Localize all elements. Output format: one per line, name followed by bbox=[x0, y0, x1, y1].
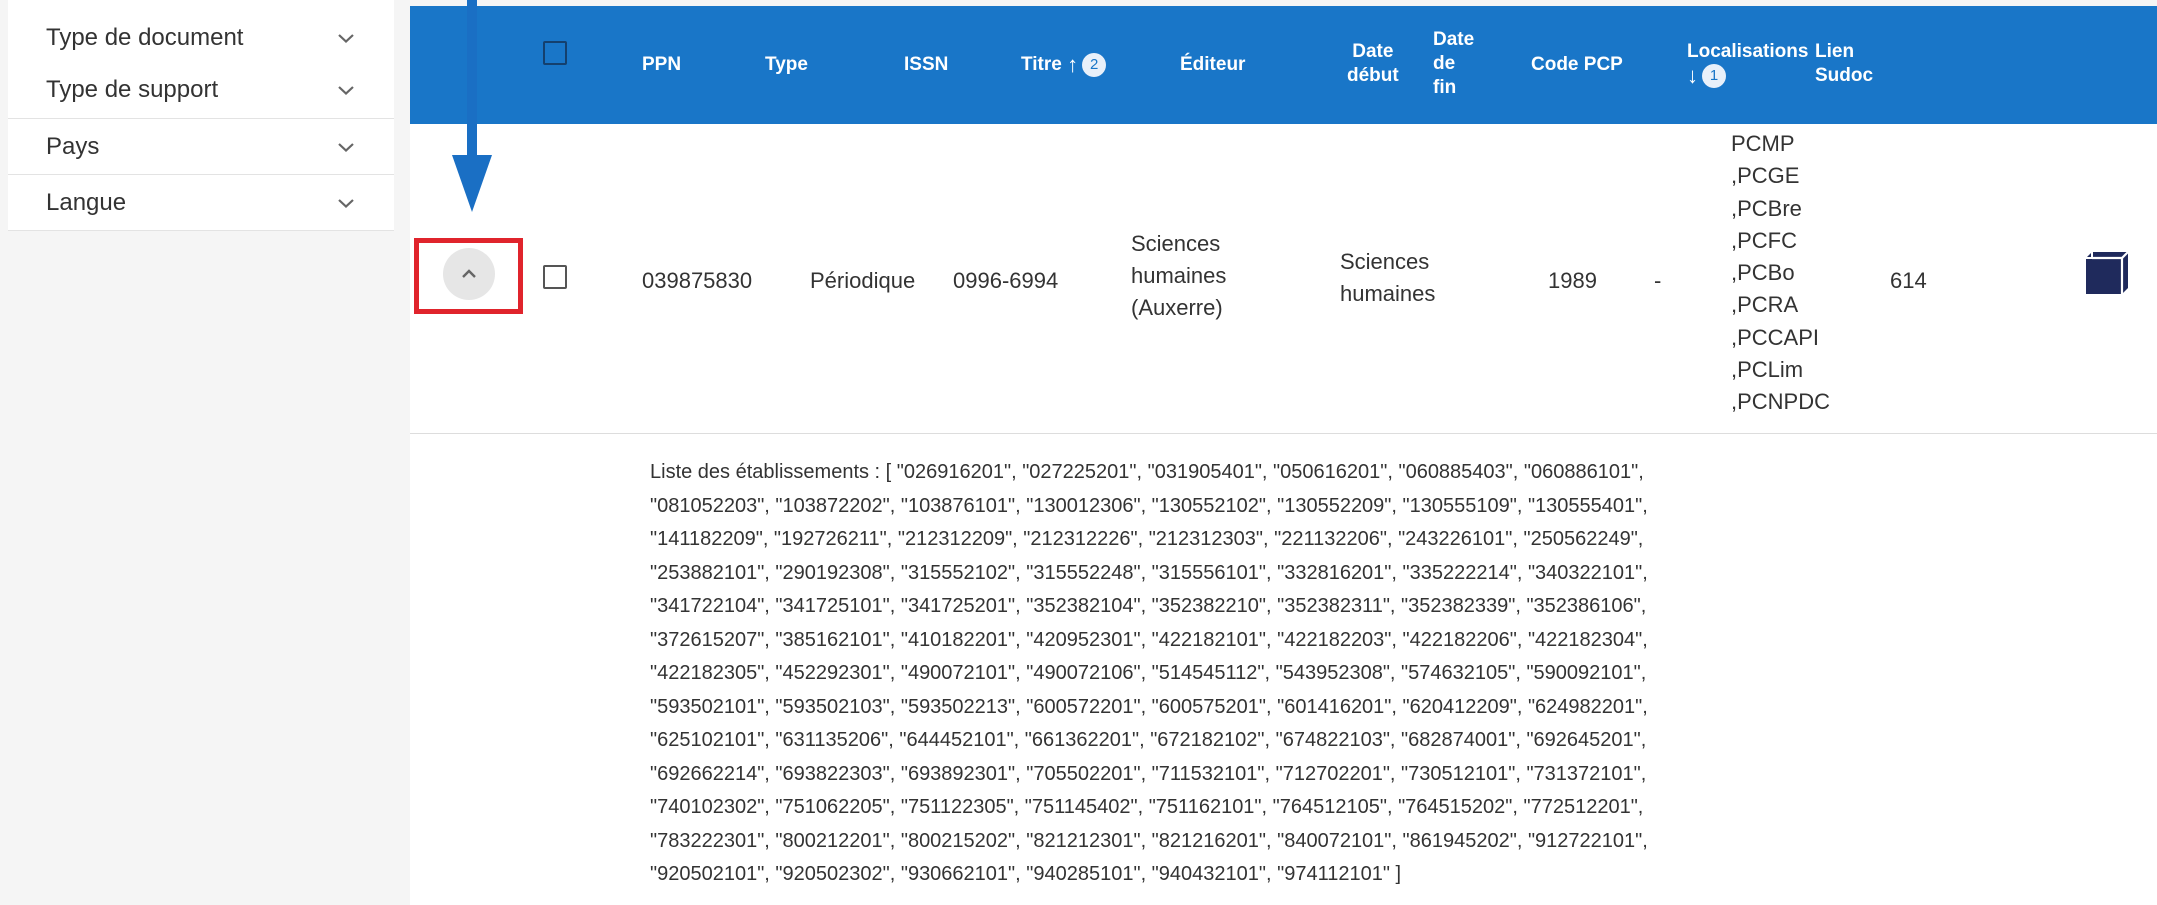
chevron-down-icon bbox=[338, 86, 354, 96]
detail-line: "593502101", "593502103", "593502213", "… bbox=[650, 695, 1648, 718]
col-header-ppn[interactable]: PPN bbox=[642, 53, 681, 77]
col-header-date-debut[interactable]: Date début bbox=[1347, 40, 1399, 88]
detail-line: "141182209", "192726211", "212312209", "… bbox=[650, 528, 1644, 550]
facet-label: Type de document bbox=[46, 23, 244, 51]
row-detail-panel: Liste des établissements : [ "026916201"… bbox=[410, 434, 2157, 905]
arrow-up-icon: ↑ bbox=[1067, 51, 1079, 77]
facet-label: Pays bbox=[46, 132, 100, 160]
detail-line: "341722104", "341725101", "341725201", "… bbox=[650, 595, 1647, 617]
col-header-type[interactable]: Type bbox=[765, 53, 808, 77]
detail-line: "783222301", "800212201", "800215202", "… bbox=[650, 829, 1648, 852]
arrow-down-annotation-icon bbox=[452, 0, 492, 212]
arrow-down-icon: ↓ bbox=[1687, 63, 1698, 88]
sort-order-badge: 1 bbox=[1702, 64, 1726, 88]
facet-label: Type de support bbox=[46, 76, 219, 103]
col-header-titre[interactable]: Titre ↑ 2 bbox=[1021, 51, 1107, 77]
select-all-checkbox[interactable] bbox=[543, 41, 567, 65]
col-header-localisations-label: Localisations bbox=[1687, 41, 1809, 62]
facet-pays[interactable]: Pays bbox=[8, 119, 394, 175]
detail-line: "081052203", "103872202", "103876101", "… bbox=[650, 494, 1648, 517]
results-table: PPN Type ISSN Titre ↑ 2 Éditeur Date débu… bbox=[410, 0, 2157, 905]
etablissements-list: Liste des établissements : [ "026916201"… bbox=[650, 456, 1730, 892]
detail-line: "372615207", "385162101", "410182201", "… bbox=[650, 628, 1648, 651]
header-line: Lien bbox=[1815, 41, 1855, 62]
detail-line: "253882101", "290192308", "315552102", "… bbox=[650, 561, 1648, 584]
detail-line: "740102302", "751062205", "751122305", "… bbox=[650, 796, 1644, 818]
chevron-down-icon bbox=[338, 33, 354, 43]
facet-type-support[interactable]: Type de support bbox=[8, 62, 394, 119]
detail-line: "692662214", "693822303", "693892301", "… bbox=[650, 762, 1647, 785]
facet-langue[interactable]: Langue bbox=[8, 175, 394, 231]
col-header-lien-sudoc[interactable]: Lien Sudoc bbox=[1815, 40, 1873, 88]
col-header-date-fin[interactable]: Date de fin bbox=[1433, 28, 1474, 100]
header-line: de bbox=[1433, 53, 1456, 74]
table-header: PPN Type ISSN Titre ↑ 2 Éditeur Date débu… bbox=[410, 6, 2157, 124]
header-line: Date bbox=[1433, 29, 1475, 50]
chevron-down-icon bbox=[338, 142, 354, 152]
chevron-down-icon bbox=[338, 198, 354, 208]
col-header-titre-label: Titre bbox=[1021, 54, 1062, 76]
chevron-up-icon bbox=[462, 269, 476, 278]
detail-line: "625102101", "631135206", "644452101", "… bbox=[650, 729, 1647, 751]
table-row bbox=[410, 124, 2157, 434]
header-line: début bbox=[1347, 65, 1399, 86]
filter-sidebar: Type de document Type de support Pays La… bbox=[0, 0, 394, 905]
header-line: Date bbox=[1352, 41, 1394, 62]
col-header-editeur[interactable]: Éditeur bbox=[1180, 53, 1245, 77]
header-line: fin bbox=[1433, 77, 1457, 98]
row-checkbox[interactable] bbox=[543, 265, 567, 289]
col-header-issn[interactable]: ISSN bbox=[904, 53, 948, 77]
header-line: Sudoc bbox=[1815, 65, 1874, 86]
detail-line: "920502101", "920502302", "930662101", "… bbox=[650, 863, 1402, 885]
detail-line: "422182305", "452292301", "490072101", "… bbox=[650, 662, 1647, 684]
sort-order-badge: 2 bbox=[1082, 52, 1107, 77]
collapse-row-button[interactable] bbox=[443, 248, 495, 300]
detail-line: Liste des établissements : [ "026916201"… bbox=[650, 461, 1644, 483]
facet-label: Langue bbox=[46, 188, 127, 216]
col-header-code-pcp[interactable]: Code PCP bbox=[1531, 53, 1623, 77]
col-header-localisations[interactable]: Localisations ↓ 1 bbox=[1687, 40, 1808, 88]
cube-icon[interactable] bbox=[2082, 248, 2134, 300]
